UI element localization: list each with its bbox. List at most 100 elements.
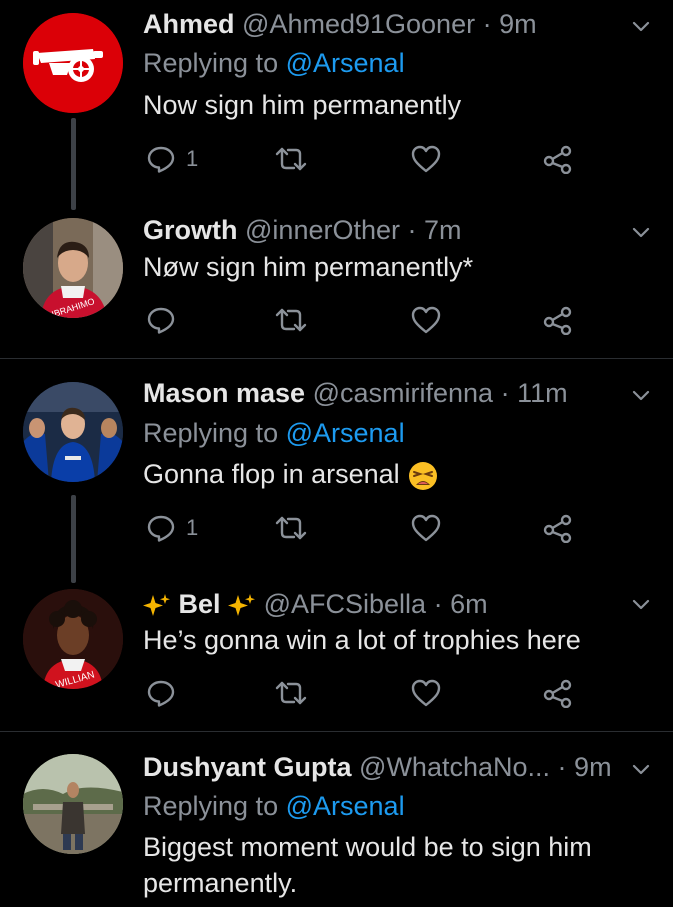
like-button[interactable]	[410, 141, 442, 177]
display-name[interactable]: Bel	[179, 589, 221, 619]
retweet-icon	[275, 516, 307, 540]
replying-prefix: Replying to	[143, 48, 279, 78]
tweet-text: Gonna flop in arsenal	[143, 456, 643, 492]
chevron-down-icon[interactable]	[631, 222, 651, 242]
separator: ·	[482, 9, 492, 39]
tired-face-emoji-icon	[409, 461, 438, 490]
chevron-down-icon[interactable]	[631, 16, 651, 36]
tweet-header: Dushyant Gupta @WhatchaNo... · 9m	[143, 750, 612, 784]
retweet-icon	[275, 681, 307, 705]
user-handle[interactable]: @casmirifenna	[313, 378, 493, 408]
timestamp[interactable]: 11m	[517, 378, 568, 408]
share-icon	[543, 514, 572, 543]
replying-to: Replying to @Arsenal	[143, 46, 405, 80]
arsenal-cannon-icon	[23, 13, 123, 113]
avatar[interactable]: IBRAHIMO	[23, 218, 123, 318]
like-button[interactable]	[410, 302, 442, 338]
display-name[interactable]: Dushyant Gupta	[143, 752, 352, 782]
retweet-button[interactable]	[273, 302, 309, 338]
display-name[interactable]: Ahmed	[143, 9, 235, 39]
tweet-text: Biggest moment would be to sign him perm…	[143, 829, 643, 901]
avatar[interactable]: WILLIAN	[23, 589, 123, 689]
reply-count: 1	[186, 146, 199, 171]
display-name[interactable]: Mason mase	[143, 378, 305, 408]
mention-link[interactable]: @Arsenal	[286, 791, 405, 821]
tweet-text-line: permanently.	[143, 868, 298, 898]
tweet-5[interactable]: Dushyant Gupta @WhatchaNo... · 9m Replyi…	[0, 732, 673, 907]
reply-button[interactable]: 1	[146, 141, 198, 177]
timestamp[interactable]: 6m	[450, 589, 488, 619]
share-button[interactable]	[542, 141, 574, 177]
timestamp[interactable]: 9m	[574, 752, 612, 782]
reply-icon	[147, 515, 175, 542]
tweet-4[interactable]: WILLIAN Bel @AFCSibella · 6m He’s gonna …	[0, 569, 673, 731]
tweet-text: Now sign him permanently	[143, 90, 462, 120]
tweet-actions: 1	[143, 141, 583, 177]
display-name[interactable]: Growth	[143, 215, 238, 245]
reply-count: 1	[186, 515, 199, 540]
timestamp[interactable]: 9m	[499, 9, 537, 39]
tweet-text: He’s gonna win a lot of trophies here	[143, 625, 581, 655]
share-icon	[543, 679, 572, 708]
tweet-actions	[143, 675, 583, 711]
chevron-down-icon[interactable]	[631, 594, 651, 614]
tweet-actions	[143, 302, 583, 338]
replying-prefix: Replying to	[143, 418, 279, 448]
tweet-2[interactable]: IBRAHIMO Growth @innerOther · 7m Nøw sig…	[0, 200, 673, 358]
profile-photo-icon	[23, 382, 123, 482]
tweet-header: Growth @innerOther · 7m	[143, 213, 462, 247]
profile-photo-icon: WILLIAN	[23, 589, 123, 689]
heart-icon	[411, 679, 441, 707]
tweet-header: Mason mase @casmirifenna · 11m	[143, 376, 568, 410]
replying-to: Replying to @Arsenal	[143, 416, 405, 450]
tweet-actions: 1	[143, 510, 583, 546]
tweet-3[interactable]: Mason mase @casmirifenna · 11m Replying …	[0, 359, 673, 583]
user-handle[interactable]: @Ahmed91Gooner	[242, 9, 475, 39]
chevron-down-icon[interactable]	[631, 385, 651, 405]
retweet-button[interactable]	[273, 141, 309, 177]
retweet-button[interactable]	[273, 510, 309, 546]
heart-icon	[411, 145, 441, 173]
thread-line	[71, 118, 76, 210]
mention-link[interactable]: @Arsenal	[286, 418, 405, 448]
tweet-text: Nøw sign him permanently*	[143, 252, 474, 282]
separator: ·	[557, 752, 567, 782]
chevron-down-icon[interactable]	[631, 759, 651, 779]
reply-button[interactable]: 1	[146, 510, 198, 546]
heart-icon	[411, 514, 441, 542]
retweet-button[interactable]	[273, 675, 309, 711]
retweet-icon	[275, 147, 307, 171]
reply-icon	[147, 307, 175, 334]
sparkles-icon	[228, 593, 256, 616]
tweet-header: Ahmed @Ahmed91Gooner · 9m	[143, 7, 537, 41]
mention-link[interactable]: @Arsenal	[286, 48, 405, 78]
timestamp[interactable]: 7m	[424, 215, 462, 245]
share-button[interactable]	[542, 510, 574, 546]
reply-button[interactable]	[146, 675, 176, 711]
profile-photo-icon: IBRAHIMO	[23, 218, 123, 318]
share-icon	[543, 306, 572, 335]
tweet-text-line: Biggest moment would be to sign him	[143, 832, 592, 862]
tweet-1[interactable]: Ahmed @Ahmed91Gooner · 9m Replying to @A…	[0, 0, 673, 210]
replying-to: Replying to @Arsenal	[143, 789, 405, 823]
reply-button[interactable]	[146, 302, 176, 338]
user-handle[interactable]: @AFCSibella	[264, 589, 426, 619]
avatar[interactable]	[23, 13, 123, 113]
profile-photo-icon	[23, 754, 123, 854]
replying-prefix: Replying to	[143, 791, 279, 821]
like-button[interactable]	[410, 510, 442, 546]
like-button[interactable]	[410, 675, 442, 711]
avatar[interactable]	[23, 754, 123, 854]
user-handle[interactable]: @innerOther	[245, 215, 400, 245]
share-icon	[543, 145, 572, 174]
tweet-header: Bel @AFCSibella · 6m	[143, 587, 488, 621]
share-button[interactable]	[542, 302, 574, 338]
reply-icon	[147, 680, 175, 707]
sparkles-icon	[143, 593, 170, 616]
separator: ·	[500, 378, 510, 408]
share-button[interactable]	[542, 675, 574, 711]
avatar[interactable]	[23, 382, 123, 482]
retweet-icon	[275, 308, 307, 332]
reply-icon	[147, 146, 175, 173]
user-handle[interactable]: @WhatchaNo...	[359, 752, 550, 782]
